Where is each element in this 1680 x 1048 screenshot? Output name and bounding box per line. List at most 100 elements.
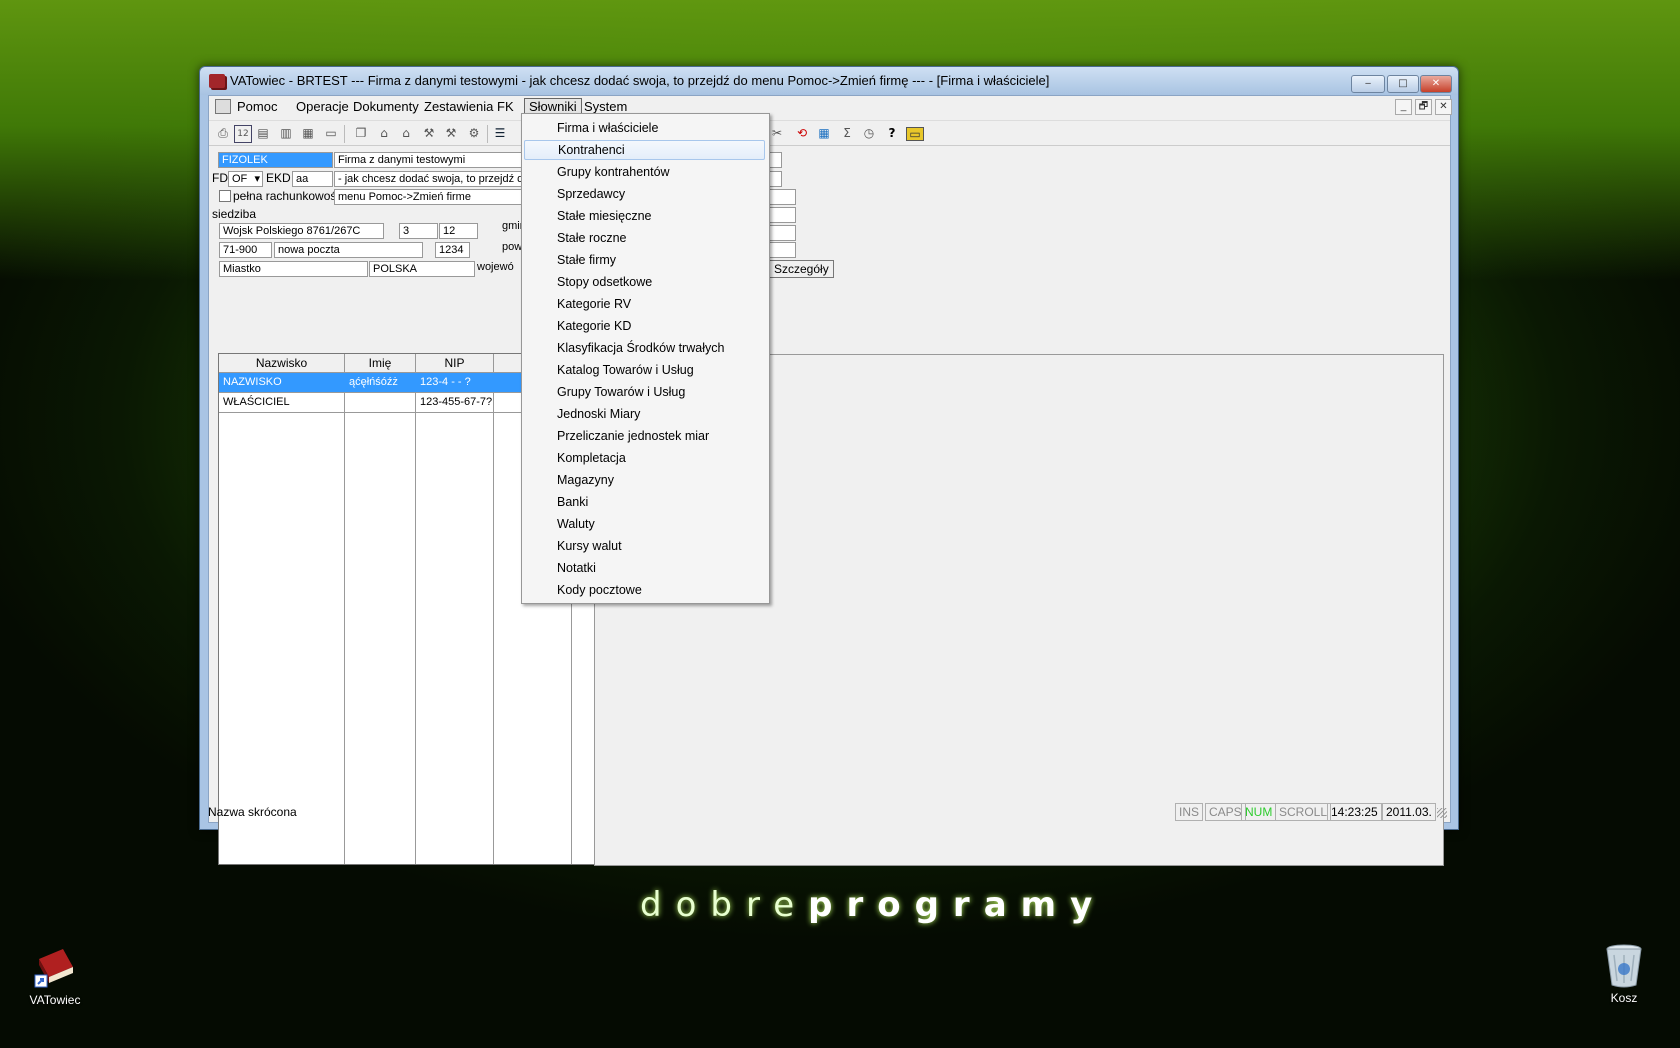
table-icon[interactable]: ▦ [816,125,832,141]
desktop-icon-vatowiec[interactable]: VATowiec [15,945,95,1007]
post-office-field[interactable]: nowa poczta [274,242,423,258]
folder-icon[interactable]: ⌂ [398,125,414,141]
status-bar: Nazwa skrócona INS CAPS NUM SCROLL 14:23… [208,802,1450,822]
window-title: VATowiec - BRTEST --- Firma z danymi tes… [230,73,1050,88]
cell-nip: 123-455-67-7? [420,396,492,408]
menu-dokumenty[interactable]: Dokumenty [349,99,423,115]
mdi-close-button[interactable]: ✕ [1435,99,1452,115]
menu-item-grupy-kontrahentow[interactable]: Grupy kontrahentów [524,162,765,182]
menu-item-kompletacja[interactable]: Kompletacja [524,448,765,468]
powiat-label: pow [502,241,523,253]
fd-label: FD [212,171,228,185]
help-icon[interactable]: ? [884,125,900,141]
link-icon[interactable]: ⟲ [794,125,810,141]
menu-zestawienia[interactable]: Zestawienia [420,99,497,115]
chevron-down-icon: ▾ [254,173,260,185]
full-name-line2-field[interactable]: - jak chcesz dodać swoja, to przejdź do [334,171,525,187]
logo-light-text: dobre [640,885,809,925]
document-icon[interactable]: ▤ [255,125,271,141]
house-number-field[interactable]: 3 [399,223,438,239]
page-icon[interactable]: ▭ [323,125,339,141]
full-name-line1-field[interactable]: Firma z danymi testowymi [334,152,525,168]
settings-icon[interactable]: ⚙ [466,125,482,141]
recycle-bin-icon [1602,943,1646,988]
city-field[interactable]: Miastko [219,261,368,277]
menu-pomoc[interactable]: Pomoc [233,99,281,115]
menu-item-stopy-odsetkowe[interactable]: Stopy odsetkowe [524,272,765,292]
menu-item-kategorie-kd[interactable]: Kategorie KD [524,316,765,336]
column-header-imie[interactable]: Imię [345,354,416,373]
ins-indicator: INS [1175,803,1204,821]
tools-icon[interactable]: ⚒ [421,125,437,141]
seat-label: siedziba [212,207,257,221]
menu-item-notatki[interactable]: Notatki [524,558,765,578]
ekd-label: EKD [266,171,291,185]
full-name-line3-field[interactable]: menu Pomoc->Zmień firme [334,189,525,205]
menu-item-kursy-walut[interactable]: Kursy walut [524,536,765,556]
menu-item-banki[interactable]: Banki [524,492,765,512]
details-button[interactable]: Szczegóły [769,260,834,278]
menu-item-grupy-towarow[interactable]: Grupy Towarów i Usług [524,382,765,402]
sigma-icon[interactable]: Σ [839,125,855,141]
menu-item-waluty[interactable]: Waluty [524,514,765,534]
cell-nazwisko: WŁAŚCICIEL [223,396,290,408]
scroll-indicator: SCROLL [1275,803,1332,821]
tools2-icon[interactable]: ⚒ [443,125,459,141]
country-field[interactable]: POLSKA [369,261,475,277]
menu-item-firma-i-wlasciciele[interactable]: Firma i właściciele [524,118,765,138]
copy-icon[interactable]: ❐ [353,125,369,141]
menu-item-magazyny[interactable]: Magazyny [524,470,765,490]
date-indicator: 2011.03. [1382,803,1436,821]
postal-code-field[interactable]: 71-900 [219,242,272,258]
column-header-nazwisko[interactable]: Nazwisko [219,354,345,373]
toolbar: ⎙ 12 ▤ ▥ ▦ ▭ ❐ ⌂ ⌂ ⚒ ⚒ ⚙ ☰ ✂ ⟲ ▦ Σ ◷ ? ▭ [209,120,1450,146]
menu-item-kategorie-rv[interactable]: Kategorie RV [524,294,765,314]
menu-item-klasyfikacja-srodkow[interactable]: Klasyfikacja Środków trwałych [524,338,765,358]
menu-item-kontrahenci[interactable]: Kontrahenci [524,140,765,160]
menu-item-katalog-towarow[interactable]: Katalog Towarów i Usług [524,360,765,380]
column-header-nip[interactable]: NIP [416,354,494,373]
menu-item-stale-roczne[interactable]: Stałe roczne [524,228,765,248]
mdi-child-icon[interactable] [215,99,231,114]
full-accounting-checkbox[interactable] [219,190,231,202]
close-button[interactable]: ✕ [1420,75,1452,93]
post-code-number-field[interactable]: 1234 [435,242,470,258]
ekd-field[interactable]: aa [292,171,333,187]
mdi-minimize-button[interactable]: _ [1395,99,1412,115]
flat-number-field[interactable]: 12 [439,223,478,239]
title-bar[interactable]: VATowiec - BRTEST --- Firma z danymi tes… [200,67,1458,95]
time-indicator: 14:23:25 [1327,803,1382,821]
desktop-icon-kosz[interactable]: Kosz [1584,943,1664,1005]
resize-grip-icon[interactable] [1437,808,1447,818]
calculator-icon[interactable]: ▦ [300,125,316,141]
street-field[interactable]: Wojsk Polskiego 8761/267C [219,223,384,239]
logo-bold-text: programy [808,885,1107,925]
menu-item-kody-pocztowe[interactable]: Kody pocztowe [524,580,765,600]
menu-item-sprzedawcy[interactable]: Sprzedawcy [524,184,765,204]
calendar-icon[interactable]: 12 [234,125,252,143]
maximize-button[interactable]: □ [1387,75,1419,93]
mdi-restore-button[interactable]: 🗗 [1415,99,1432,115]
printer-icon[interactable]: ⎙ [215,125,231,141]
menu-item-przeliczanie-jednostek[interactable]: Przeliczanie jednostek miar [524,426,765,446]
num-indicator: NUM [1241,803,1277,821]
menu-bar: Pomoc Operacje Dokumenty Zestawienia FK … [209,96,1452,117]
menu-item-jednostki-miary[interactable]: Jednoski Miary [524,404,765,424]
card-icon[interactable]: ▭ [906,127,924,141]
bar-chart-icon[interactable]: ▥ [278,125,294,141]
menu-item-stale-firmy[interactable]: Stałe firmy [524,250,765,270]
fd-select[interactable]: OF ▾ [228,171,263,187]
menu-operacje[interactable]: Operacje [292,99,353,115]
list-icon[interactable]: ☰ [492,125,508,141]
desktop-icon-label: VATowiec [29,993,81,1007]
clock-icon[interactable]: ◷ [861,125,877,141]
open-folder-icon[interactable]: ⌂ [376,125,392,141]
menu-fk[interactable]: FK [493,99,518,115]
cell-nip: 123-4 - - ? [420,376,471,388]
menu-item-stale-miesieczne[interactable]: Stałe miesięczne [524,206,765,226]
status-message: Nazwa skrócona [208,805,297,819]
scissors-icon[interactable]: ✂ [769,125,785,141]
caps-indicator: CAPS [1205,803,1246,821]
minimize-button[interactable]: ‒ [1351,75,1385,93]
short-name-field[interactable]: FIZOLEK [218,152,333,168]
